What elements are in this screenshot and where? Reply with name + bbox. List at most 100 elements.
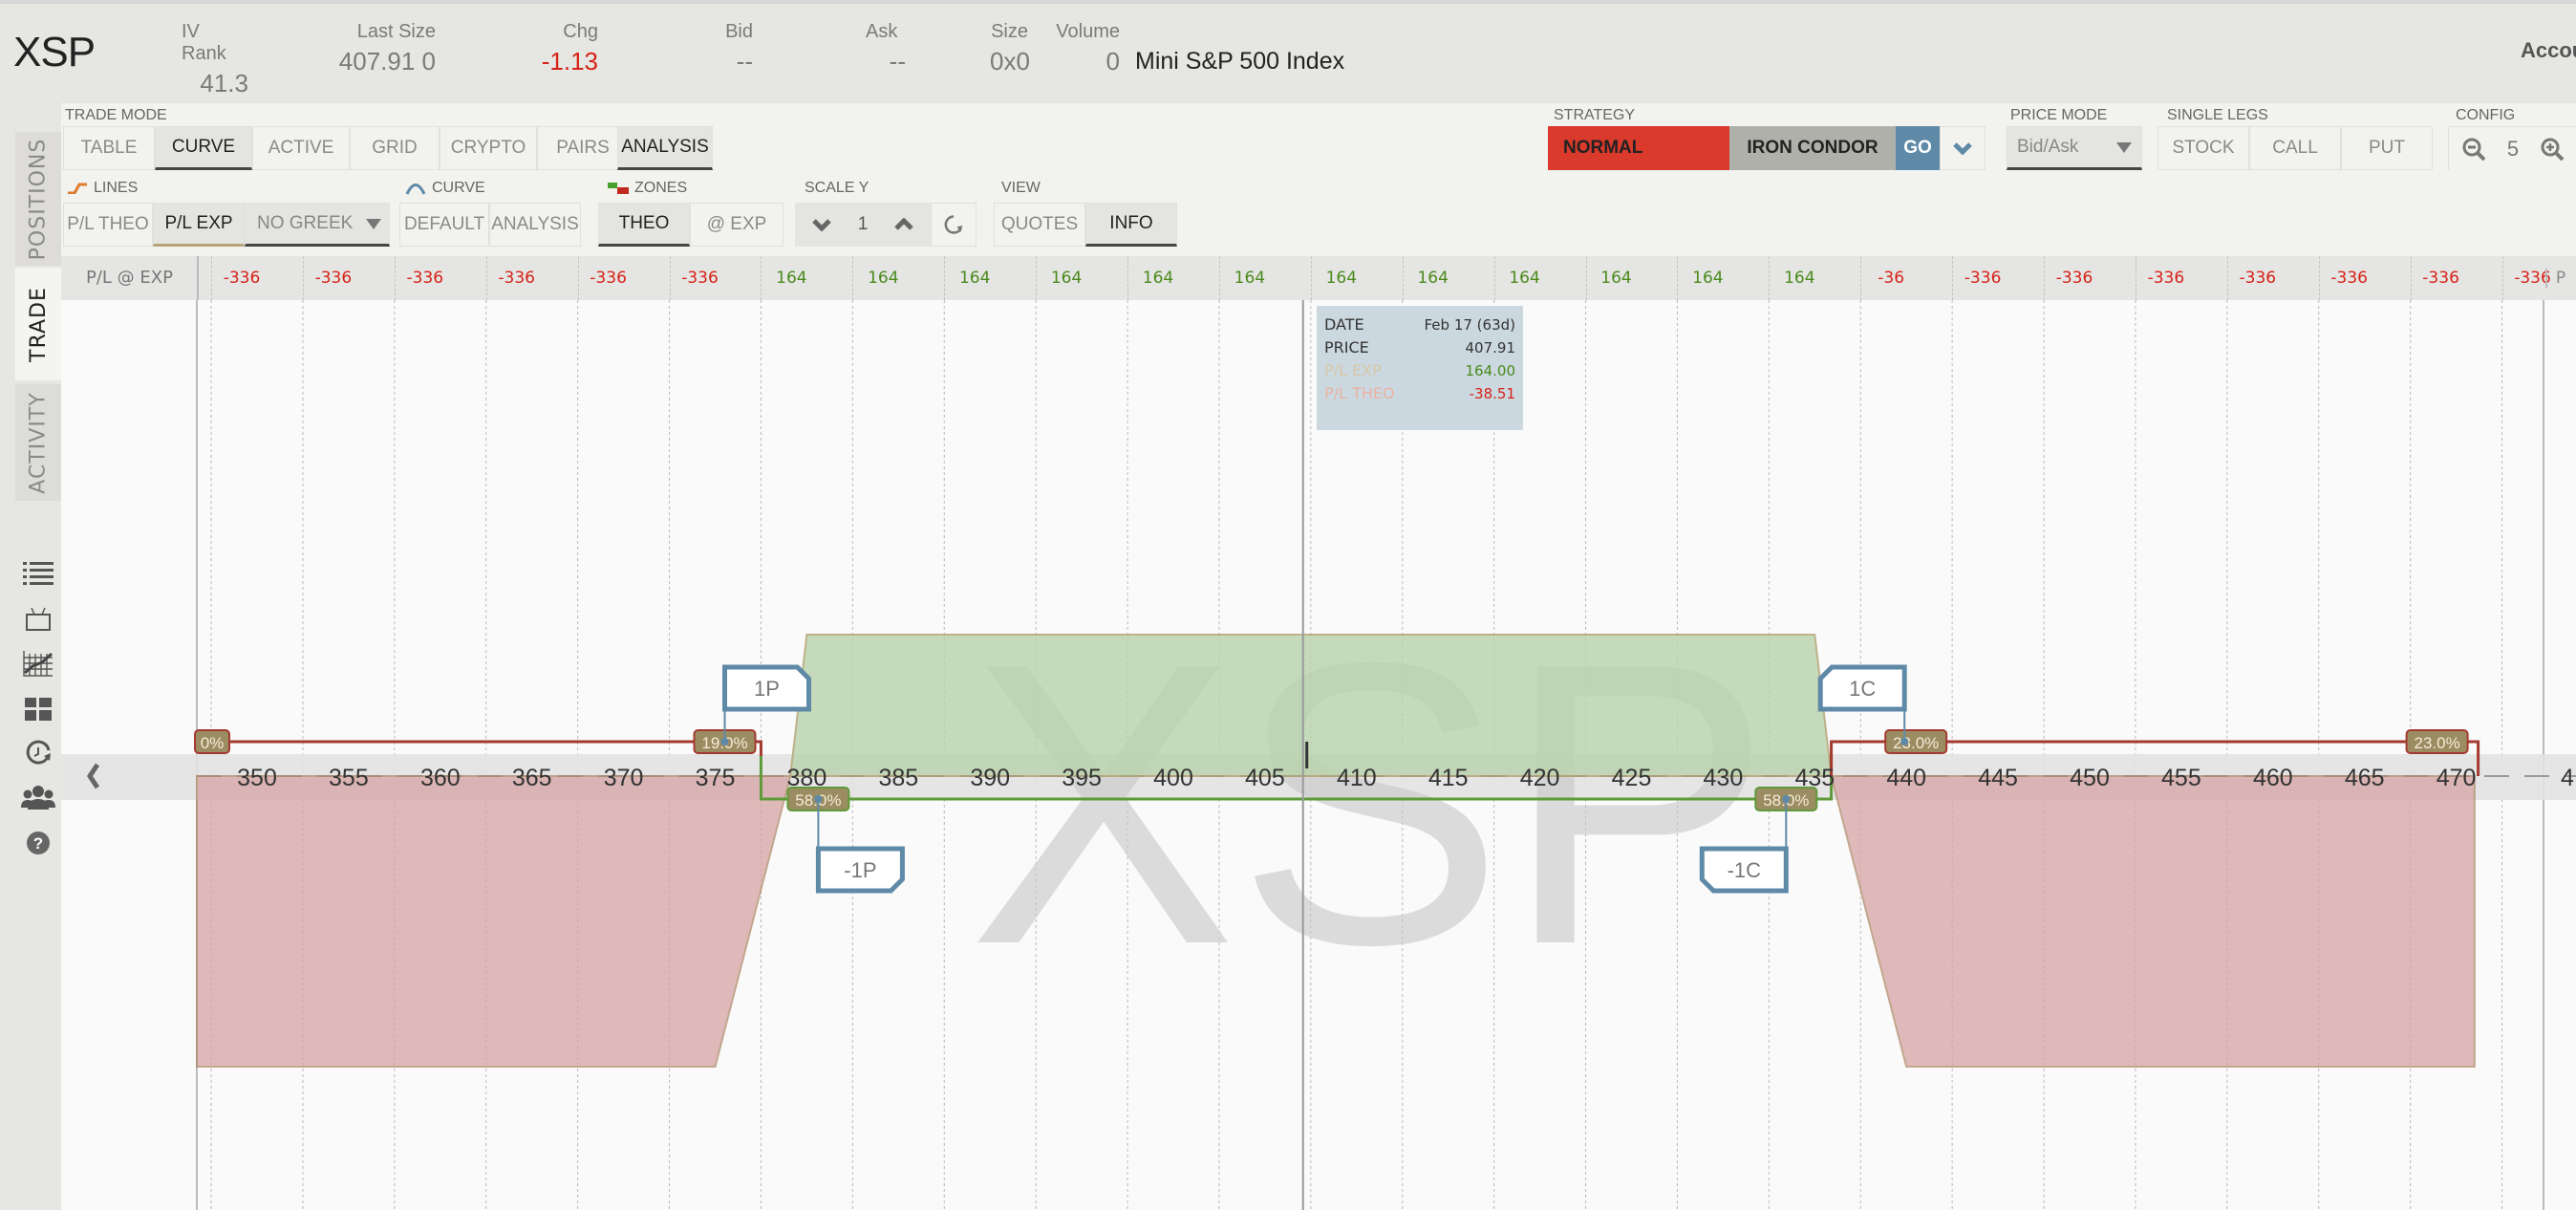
- pl-exp-cell: 164: [1325, 269, 1358, 288]
- strategy-normal-button[interactable]: NORMAL: [1548, 126, 1729, 170]
- pl-theo-toggle[interactable]: P/L THEO: [63, 203, 153, 247]
- single-legs-label: SINGLE LEGS: [2167, 107, 2268, 123]
- pl-row-divider: [1036, 256, 1038, 300]
- history-icon[interactable]: [19, 736, 57, 770]
- tab-curve[interactable]: CURVE: [155, 126, 252, 170]
- instrument-name: Mini S&P 500 Index: [1135, 48, 1345, 75]
- pl-row-divider: [1769, 256, 1771, 300]
- quote-header: XSP IV Rank 41.3 Last Size 407.91 0 Chg …: [0, 0, 2576, 103]
- pl-exp-cell: 164: [1509, 269, 1540, 288]
- info-date-value: Feb 17 (63d): [1424, 316, 1516, 334]
- lines-label: LINES: [67, 180, 138, 197]
- price-tick-label: 350: [237, 765, 277, 791]
- trade-mode-label: TRADE MODE: [65, 107, 167, 123]
- single-leg-put-button[interactable]: PUT: [2341, 126, 2433, 170]
- pl-row-divider: [2501, 256, 2503, 300]
- tab-table[interactable]: TABLE: [63, 126, 155, 170]
- strategy-dropdown-button[interactable]: [1940, 126, 1986, 170]
- tab-activity[interactable]: ACTIVITY: [15, 384, 61, 501]
- pl-exp-cell: -336: [498, 269, 535, 288]
- pl-chart[interactable]: XSP 350 355 360 365 370 375 380 385 390 395 400 405 4…: [61, 300, 2576, 1210]
- reset-scale-button[interactable]: [931, 203, 977, 247]
- price-tick-label: 455: [2161, 765, 2201, 791]
- pl-exp-cell: 164: [1142, 269, 1174, 288]
- curve-icon: [405, 184, 426, 195]
- tab-active[interactable]: ACTIVE: [252, 126, 350, 170]
- pl-row-divider: [2044, 256, 2046, 300]
- zones-exp-button[interactable]: @ EXP: [690, 203, 784, 247]
- users-icon[interactable]: [19, 780, 57, 814]
- strategy-go-button[interactable]: GO: [1896, 126, 1940, 170]
- pl-exp-cell: -336: [406, 269, 444, 288]
- chevron-up-icon: [894, 218, 913, 230]
- dashboard-icon[interactable]: [19, 692, 57, 726]
- tab-analysis[interactable]: ANALYSIS: [617, 126, 713, 170]
- zoom-out-icon: [2462, 138, 2486, 162]
- help-icon[interactable]: ?: [19, 826, 57, 860]
- single-leg-stock-button[interactable]: STOCK: [2157, 126, 2249, 170]
- pl-row-divider: [1860, 256, 1862, 300]
- chart-grid-icon[interactable]: [19, 646, 57, 681]
- single-leg-call-button[interactable]: CALL: [2249, 126, 2341, 170]
- price-tick-label: 470: [2436, 765, 2477, 791]
- strategy-group: NORMAL IRON CONDOR GO: [1548, 126, 1986, 170]
- scale-up-button[interactable]: [877, 203, 931, 247]
- chevron-down-icon: [366, 218, 382, 229]
- pl-exp-toggle[interactable]: P/L EXP: [153, 203, 245, 247]
- leg-flag-label: 1P: [754, 677, 780, 701]
- info-plexp-value: 164.00: [1465, 362, 1516, 379]
- tab-pairs[interactable]: PAIRS: [537, 126, 629, 170]
- stat-volume: Volume 0: [1056, 21, 1120, 76]
- tab-crypto[interactable]: CRYPTO: [440, 126, 537, 170]
- chevron-down-icon: [2116, 141, 2132, 153]
- price-mode-select[interactable]: Bid/Ask: [2007, 126, 2142, 170]
- zones-icon: [608, 183, 629, 194]
- zoom-out-button[interactable]: [2449, 127, 2499, 171]
- view-info-button[interactable]: INFO: [1085, 203, 1177, 247]
- scale-down-button[interactable]: [795, 203, 848, 247]
- pl-exp-row-label: P/L @ EXP: [86, 268, 173, 288]
- pl-row-divider: [1218, 256, 1220, 300]
- info-pltheo-value: -38.51: [1469, 385, 1515, 402]
- pl-exp-cell: -336: [1964, 269, 2002, 288]
- curve-analysis-button[interactable]: ANALYSIS: [489, 203, 581, 247]
- zoom-in-button[interactable]: [2527, 127, 2576, 171]
- scale-y-group: 1: [795, 203, 977, 247]
- pl-exp-cell: -336: [2055, 269, 2093, 288]
- loss-area-right: [1830, 775, 2476, 1068]
- pl-row-divider: [302, 256, 304, 300]
- pl-exp-cell: 164: [1600, 269, 1632, 288]
- price-tick-label: 385: [878, 765, 918, 791]
- curve-label: CURVE: [405, 180, 485, 197]
- leg-anchor-dot: [720, 738, 729, 745]
- toolbar: TRADE MODE TABLE CURVE ACTIVE GRID CRYPT…: [61, 103, 2576, 256]
- tab-trade[interactable]: TRADE: [15, 268, 61, 380]
- info-pltheo-row: P/L THEO -38.51: [1324, 382, 1515, 405]
- leg-anchor-dot: [1900, 738, 1909, 745]
- pl-row-divider: [394, 256, 396, 300]
- pl-row-divider: [485, 256, 487, 300]
- leg-anchor-dot: [814, 795, 823, 803]
- price-tick-label: 445: [1978, 765, 2018, 791]
- zones-theo-button[interactable]: THEO: [598, 203, 690, 247]
- view-quotes-button[interactable]: QUOTES: [994, 203, 1085, 247]
- account-link[interactable]: Accou: [2521, 38, 2576, 63]
- svg-text:?: ?: [33, 834, 43, 853]
- tab-positions[interactable]: POSITIONS: [15, 132, 61, 266]
- curve-default-button[interactable]: DEFAULT: [399, 203, 489, 247]
- greek-select[interactable]: NO GREEK: [245, 203, 390, 247]
- tab-grid[interactable]: GRID: [350, 126, 440, 170]
- stat-ask: Ask --: [866, 21, 906, 76]
- watchlist-icon[interactable]: [19, 556, 57, 591]
- symbol-title: XSP: [13, 29, 96, 76]
- tv-icon[interactable]: [19, 602, 57, 637]
- pl-exp-cell: -336: [2239, 269, 2277, 288]
- config-group: 5: [2448, 126, 2576, 171]
- view-group: QUOTES INFO: [994, 203, 1177, 247]
- price-tick-label: 405: [1245, 765, 1285, 791]
- price-tick-label: 430: [1704, 765, 1744, 791]
- config-value: 5: [2499, 127, 2527, 171]
- pl-exp-cell: 164: [868, 269, 899, 288]
- loss-area-left: [196, 775, 792, 1068]
- strategy-select[interactable]: IRON CONDOR: [1729, 126, 1896, 170]
